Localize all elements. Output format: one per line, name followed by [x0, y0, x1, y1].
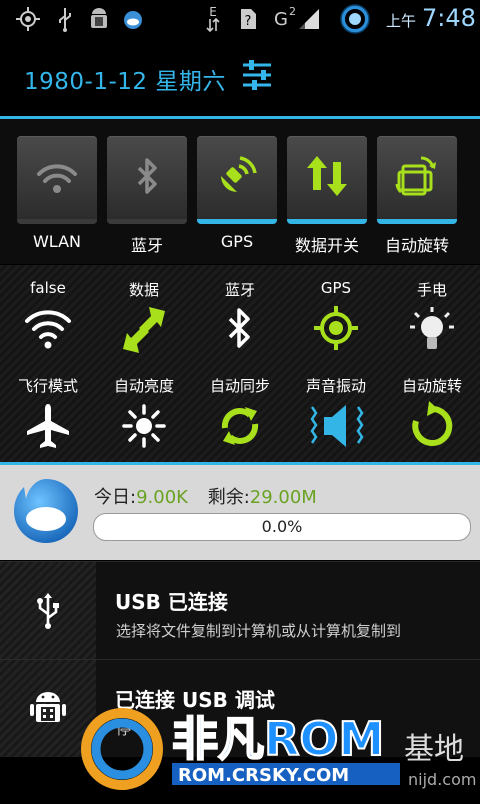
speaker-vibrate-icon [310, 405, 364, 447]
toggle-wlan-indicator [17, 219, 97, 224]
sync-icon [221, 407, 259, 445]
edge-label: E [209, 4, 217, 19]
watermark-site: nijd.com [408, 770, 476, 789]
usb-icon [37, 593, 59, 629]
toggle-auto-rotate-label: 自动旋转 [384, 236, 449, 255]
quick-toggle-row: WLAN 蓝牙 GPS 数据开关 自动旋转 [0, 119, 480, 264]
svg-text:?: ? [245, 14, 252, 29]
toggle-gps-label: GPS [220, 232, 254, 251]
grid-auto-brightness[interactable]: 自动亮度 [96, 375, 192, 451]
grid-auto-rotate[interactable]: 自动旋转 [384, 375, 480, 451]
signal-strength-icon: G 2 [274, 4, 324, 32]
notification-usb-subtitle: 选择将文件复制到计算机或从计算机复制到 [116, 622, 402, 640]
grid-brightness-label: 自动亮度 [113, 377, 174, 395]
grid-airplane-label: 飞行模式 [17, 377, 78, 395]
grid-data-label: 数据 [128, 281, 159, 299]
grid-sound-label: 声音振动 [305, 377, 366, 395]
toggle-data[interactable] [287, 136, 367, 224]
toggle-bluetooth-label: 蓝牙 [130, 236, 163, 255]
toggle-auto-rotate[interactable] [377, 136, 457, 224]
remain-value: 29.00M [249, 487, 317, 508]
toggle-gps[interactable] [197, 136, 277, 224]
sync-status-icon [338, 4, 372, 34]
widget-grid: false 数据 蓝牙 GPS 手电 飞行模式 自动亮度 自动同步 声音振动 自… [0, 265, 480, 462]
grid-airplane-mode[interactable]: 飞行模式 [0, 375, 96, 451]
wifi-icon [25, 310, 71, 349]
toggle-bluetooth[interactable] [107, 136, 187, 224]
traffic-app-status-icon [120, 6, 146, 32]
bluetooth-icon [137, 158, 157, 194]
status-bar: E ? G 2 上午 7:48 [0, 0, 480, 38]
toggle-wlan[interactable] [17, 136, 97, 224]
notification-usb[interactable]: USB 已连接 选择将文件复制到计算机或从计算机复制到 [0, 561, 480, 659]
gps-satellite-icon [221, 156, 257, 192]
no-sim-icon: ? [236, 6, 260, 32]
grid-bluetooth-label: 蓝牙 [224, 281, 255, 299]
grid-sound-vibrate[interactable]: 声音振动 [288, 375, 384, 451]
data-arrows-icon [307, 156, 347, 196]
wifi-icon [37, 164, 77, 193]
grid-sync-label: 自动同步 [209, 377, 270, 395]
toggle-gps-indicator [197, 219, 277, 224]
grid-rotate-label: 自动旋转 [401, 377, 462, 395]
toggle-data-label: 数据开关 [294, 236, 359, 255]
edge-signal-icon: E [203, 6, 223, 32]
android-icon [30, 692, 66, 722]
toggle-data-indicator [287, 219, 367, 224]
date-label[interactable]: 1980-1-12 星期六 [24, 62, 226, 96]
sim-slot-label: 2 [288, 4, 296, 18]
rotate-icon [412, 401, 453, 446]
network-type-label: G [274, 8, 288, 30]
settings-button[interactable] [240, 58, 276, 94]
watermark-domain: ROM.CRSKY.COM [178, 765, 349, 786]
usb-status-icon [52, 6, 78, 32]
android-debug-status-icon [86, 6, 112, 32]
toggle-bluetooth-indicator [107, 219, 187, 224]
notification-usb-title: USB 已连接 [115, 590, 228, 614]
airplane-icon [27, 404, 69, 448]
traffic-progress-bar: 0.0% [93, 513, 471, 541]
grid-flashlight-label: 手电 [416, 281, 447, 299]
flashlight-icon [410, 307, 454, 349]
traffic-monitor[interactable]: 今日:9.00K 剩余:29.00M 0.0% [0, 465, 480, 560]
traffic-summary: 今日:9.00K 剩余:29.00M [94, 483, 317, 509]
grid-flashlight[interactable]: 手电 [384, 279, 480, 355]
toggle-auto-rotate-indicator [377, 219, 457, 224]
today-label: 今日: [94, 487, 137, 508]
bluetooth-icon [228, 308, 250, 348]
grid-bluetooth[interactable]: 蓝牙 [192, 279, 288, 351]
watermark-logo: 非凡ROM ROM.CRSKY.COM 基地 nijd.com [80, 697, 480, 800]
remain-label: 剩余: [207, 487, 250, 508]
data-arrows-icon [123, 307, 165, 353]
date-row: 1980-1-12 星期六 [0, 38, 480, 116]
settings-sliders-icon [243, 60, 271, 90]
am-pm-label: 上午 [386, 12, 417, 30]
crsky-logo-icon: 非凡ROM ROM.CRSKY.COM 基地 nijd.com [81, 708, 476, 790]
gps-status-icon [14, 6, 42, 32]
grid-gps-label: GPS [320, 279, 352, 297]
watermark-brand: 非凡ROM [172, 712, 384, 766]
grid-auto-sync[interactable]: 自动同步 [192, 375, 288, 451]
today-value: 9.00K [136, 487, 188, 508]
toggle-wlan-label: WLAN [32, 232, 81, 251]
clock-time: 7:48 [422, 4, 476, 32]
grid-gps[interactable]: GPS [288, 279, 384, 351]
notification-usb-iconbox [0, 562, 96, 659]
watermark-suffix: 基地 [404, 732, 464, 767]
rotate-icon [395, 156, 436, 196]
grid-wifi-label: false [30, 279, 66, 297]
brightness-icon [122, 404, 166, 448]
gps-icon [314, 306, 358, 350]
traffic-progress-text: 0.0% [261, 517, 303, 536]
grid-wifi[interactable]: false [0, 279, 96, 351]
grid-data[interactable]: 数据 [96, 279, 192, 355]
traffic-app-icon [14, 479, 78, 543]
